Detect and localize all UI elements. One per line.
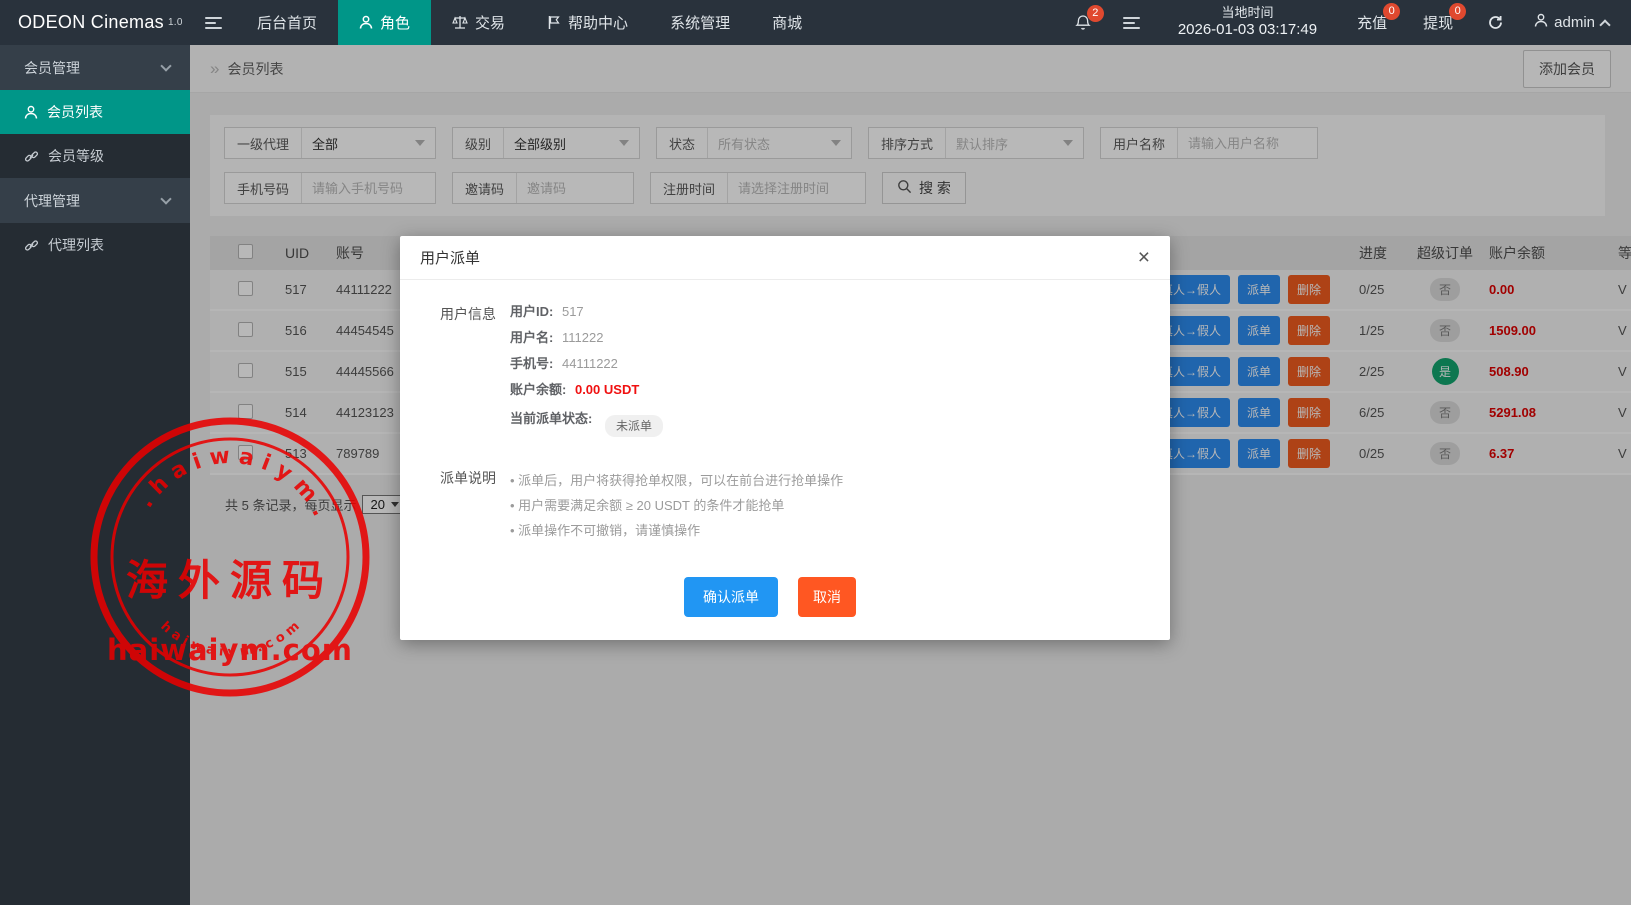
main-menu: 后台首页 角色 交易 帮助中心 系统管理 商城 <box>236 0 823 45</box>
user-id-value: 517 <box>562 304 584 319</box>
refresh-icon <box>1487 14 1504 31</box>
sidebar-item-agent-list[interactable]: 代理列表 <box>0 223 190 267</box>
sidebar-item-member-level[interactable]: 会员等级 <box>0 134 190 178</box>
scales-icon <box>452 15 468 30</box>
link-icon <box>24 149 39 164</box>
local-time-label: 当地时间 <box>1178 5 1317 21</box>
recharge-badge: 0 <box>1383 3 1400 20</box>
nav-item-dashboard[interactable]: 后台首页 <box>236 0 338 45</box>
sidebar-group-agent-management[interactable]: 代理管理 <box>0 178 190 223</box>
nav-item-system[interactable]: 系统管理 <box>649 0 751 45</box>
app-logo: ODEON Cinemas 1.0 <box>0 0 190 45</box>
user-info-list: 用户ID: 517 用户名: 111222 手机号: 44111222 账户余额… <box>510 304 659 440</box>
flag-icon <box>547 15 561 30</box>
admin-menu[interactable]: admin <box>1534 13 1609 32</box>
balance-value: 0.00 USDT <box>575 382 639 397</box>
username-value: 111222 <box>562 330 603 345</box>
nav-item-mall[interactable]: 商城 <box>751 0 823 45</box>
dispatch-modal: 用户派单 × 用户信息 用户ID: 517 用户名: 111222 手机号: 4… <box>400 236 1170 640</box>
local-time-value: 2026-01-03 03:17:49 <box>1178 21 1317 40</box>
withdraw-badge: 0 <box>1449 3 1466 20</box>
sidebar-group-member-management[interactable]: 会员管理 <box>0 45 190 90</box>
hamburger-icon <box>205 14 222 32</box>
dispatch-status-tag: 未派单 <box>605 415 663 437</box>
phone-value: 44111222 <box>562 356 618 371</box>
sidebar-item-member-list[interactable]: 会员列表 <box>0 90 190 134</box>
admin-name: admin <box>1554 14 1595 31</box>
recharge-button[interactable]: 充值 0 <box>1357 12 1387 33</box>
person-icon <box>359 15 373 30</box>
person-icon <box>1534 13 1548 32</box>
person-icon <box>24 105 38 120</box>
sidebar-collapse-button[interactable] <box>190 0 236 45</box>
nav-item-help-center[interactable]: 帮助中心 <box>526 0 649 45</box>
top-navbar: ODEON Cinemas 1.0 后台首页 角色 交易 帮助中心 系 <box>0 0 1631 45</box>
sidebar: 会员管理 会员列表 会员等级 代理管理 代理列表 <box>0 45 190 905</box>
modal-header: 用户派单 × <box>400 236 1170 280</box>
app-version: 1.0 <box>168 17 183 28</box>
app-logo-text: ODEON Cinemas <box>18 12 164 33</box>
dispatch-notes-label: 派单说明 <box>400 468 510 543</box>
dispatch-notes-list: 派单后，用户将获得抢单权限，可以在前台进行抢单操作 用户需要满足余额 ≥ 20 … <box>510 468 843 543</box>
refresh-button[interactable] <box>1487 14 1504 31</box>
confirm-dispatch-button[interactable]: 确认派单 <box>684 577 778 617</box>
chevron-up-icon <box>1599 19 1610 30</box>
modal-title: 用户派单 <box>420 247 480 268</box>
nav-item-roles[interactable]: 角色 <box>338 0 431 45</box>
chevron-down-icon <box>160 193 171 204</box>
notification-badge: 2 <box>1087 5 1104 22</box>
withdraw-button[interactable]: 提现 0 <box>1423 12 1453 33</box>
menu-lines-icon <box>1123 14 1140 32</box>
notifications-button[interactable]: 2 <box>1075 14 1091 31</box>
message-list-button[interactable] <box>1123 14 1140 32</box>
nav-item-trade[interactable]: 交易 <box>431 0 526 45</box>
local-time: 当地时间 2026-01-03 03:17:49 <box>1178 5 1317 40</box>
chevron-down-icon <box>160 60 171 71</box>
navbar-right: 2 当地时间 2026-01-03 03:17:49 充值 0 提现 0 adm… <box>1059 0 1631 45</box>
user-info-label: 用户信息 <box>400 304 510 440</box>
link-icon <box>24 238 39 253</box>
cancel-button[interactable]: 取消 <box>798 577 856 617</box>
close-icon[interactable]: × <box>1138 247 1150 268</box>
